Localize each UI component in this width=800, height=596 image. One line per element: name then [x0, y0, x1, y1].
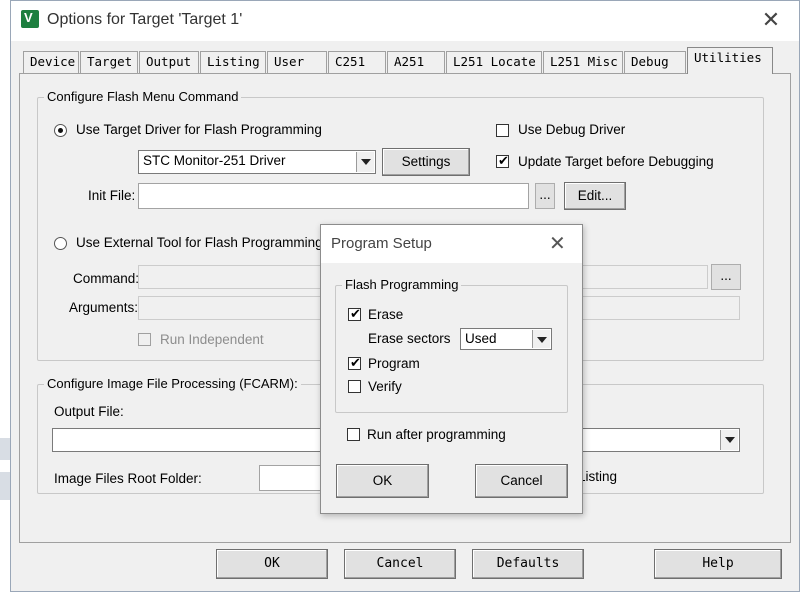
title-bar: V Options for Target 'Target 1' ✕	[11, 1, 799, 41]
update-target-checkbox[interactable]: ✔	[496, 153, 509, 168]
help-button[interactable]: Help	[654, 549, 782, 579]
tab-a251[interactable]: A251	[387, 51, 445, 73]
tab-listing[interactable]: Listing	[200, 51, 266, 73]
program-checkbox[interactable]: ✔	[348, 355, 361, 370]
erase-label: Erase	[368, 307, 404, 322]
close-icon[interactable]: ✕	[549, 231, 566, 256]
update-target-label: Update Target before Debugging	[518, 154, 714, 169]
driver-select-value: STC Monitor-251 Driver	[143, 153, 286, 168]
flash-programming-label: Flash Programming	[342, 277, 462, 292]
tab-device[interactable]: Device	[23, 51, 79, 73]
root-folder-label: Image Files Root Folder:	[54, 471, 202, 486]
verify-checkbox[interactable]	[348, 380, 361, 393]
tab-target[interactable]: Target	[80, 51, 138, 73]
tab-user[interactable]: User	[267, 51, 327, 73]
window-title: Options for Target 'Target 1'	[47, 11, 243, 28]
init-file-input[interactable]	[138, 183, 529, 209]
run-after-programming-checkbox[interactable]	[347, 428, 360, 441]
erase-sectors-value: Used	[465, 331, 497, 346]
tab-l251-locate[interactable]: L251 Locate	[446, 51, 542, 73]
program-setup-dialog: Program Setup ✕ Flash Programming ✔ Eras…	[320, 224, 583, 514]
tab-debug[interactable]: Debug	[624, 51, 686, 73]
run-independent-label: Run Independent	[160, 332, 264, 347]
erase-sectors-label: Erase sectors	[368, 331, 451, 346]
image-group-label: Configure Image File Processing (FCARM):	[44, 376, 301, 391]
tab-utilities[interactable]: Utilities	[687, 47, 773, 74]
ok-button[interactable]: OK	[216, 549, 328, 579]
verify-label: Verify	[368, 379, 402, 394]
erase-sectors-select[interactable]: Used	[460, 328, 552, 350]
check-icon: ✔	[498, 153, 509, 168]
popup-title-bar: Program Setup ✕	[321, 225, 582, 263]
listing-label: Listing	[578, 469, 618, 484]
popup-title: Program Setup	[331, 235, 432, 252]
use-target-driver-radio[interactable]	[54, 124, 67, 137]
use-external-tool-radio[interactable]	[54, 237, 67, 250]
tab-c251[interactable]: C251	[328, 51, 386, 73]
tab-l251-misc[interactable]: L251 Misc	[543, 51, 623, 73]
driver-select[interactable]: STC Monitor-251 Driver	[138, 150, 376, 174]
erase-checkbox[interactable]: ✔	[348, 306, 361, 321]
init-file-label: Init File:	[88, 188, 136, 203]
chevron-down-icon[interactable]	[720, 430, 738, 450]
use-external-tool-label: Use External Tool for Flash Programming	[76, 235, 323, 250]
popup-cancel-button[interactable]: Cancel	[475, 464, 568, 498]
check-icon: ✔	[350, 355, 361, 370]
flash-programming-group: Flash Programming ✔ Erase Erase sectors …	[335, 277, 568, 413]
command-label: Command:	[73, 271, 140, 286]
arguments-label: Arguments:	[69, 300, 139, 315]
app-icon: V	[21, 10, 39, 28]
edit-button[interactable]: Edit...	[564, 182, 626, 210]
use-debug-driver-label: Use Debug Driver	[518, 122, 626, 137]
run-independent-checkbox[interactable]	[138, 333, 151, 346]
run-after-programming-label: Run after programming	[367, 427, 506, 442]
close-icon[interactable]: ✕	[759, 9, 783, 33]
chevron-down-icon[interactable]	[356, 152, 374, 172]
flash-group-label: Configure Flash Menu Command	[44, 89, 242, 104]
defaults-button[interactable]: Defaults	[472, 549, 584, 579]
check-icon: ✔	[350, 306, 361, 321]
cancel-button[interactable]: Cancel	[344, 549, 456, 579]
program-label: Program	[368, 356, 420, 371]
chevron-down-icon[interactable]	[532, 330, 550, 348]
settings-button[interactable]: Settings	[382, 148, 470, 176]
tab-output[interactable]: Output	[139, 51, 199, 73]
output-file-label: Output File:	[54, 404, 124, 419]
popup-ok-button[interactable]: OK	[336, 464, 429, 498]
command-browse-button[interactable]: ...	[711, 264, 741, 290]
init-file-browse-button[interactable]: ...	[535, 183, 555, 209]
use-target-driver-label: Use Target Driver for Flash Programming	[76, 122, 322, 137]
use-debug-driver-checkbox[interactable]	[496, 124, 509, 137]
